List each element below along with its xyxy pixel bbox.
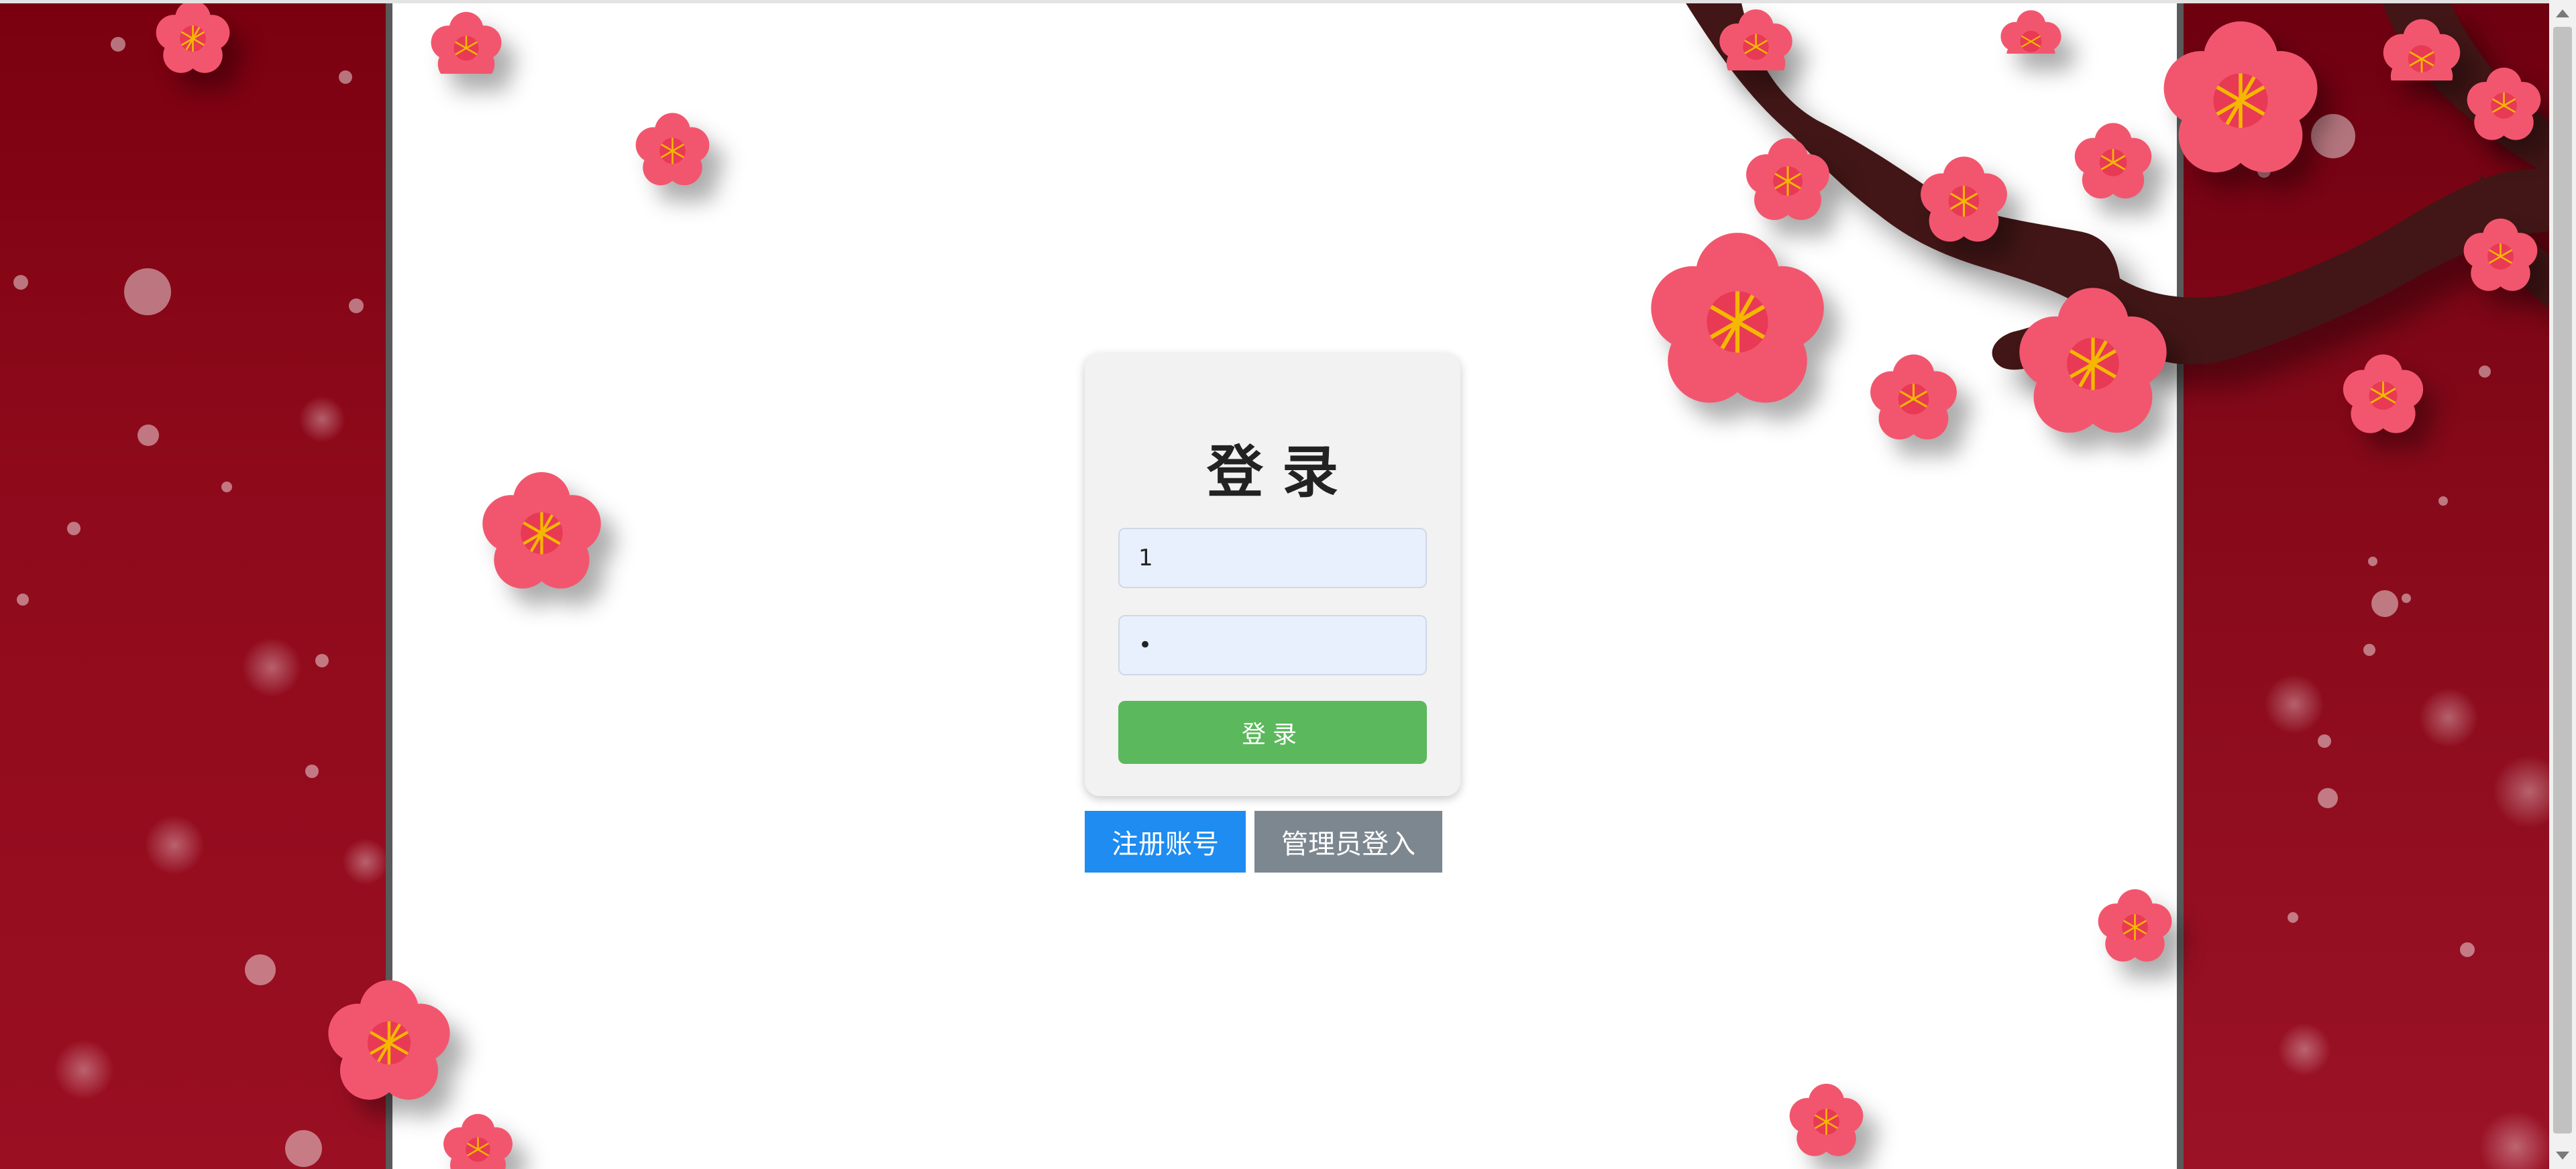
- register-account-button[interactable]: 注册账号: [1085, 811, 1246, 873]
- snowflake: [221, 482, 232, 492]
- snowflake: [2277, 1023, 2331, 1076]
- scroll-up-arrow-icon[interactable]: [2556, 9, 2569, 17]
- snowflake: [2368, 557, 2377, 566]
- snowflake: [299, 396, 345, 443]
- snowflake: [138, 425, 159, 446]
- snowflake: [241, 637, 302, 698]
- plum-blossom-icon: [2000, 10, 2061, 54]
- login-form-card: 登录 登录: [1085, 353, 1460, 796]
- snowflake: [2492, 755, 2556, 828]
- snowflake: [17, 594, 29, 606]
- username-input[interactable]: [1118, 528, 1427, 588]
- plum-blossom-icon: [2163, 21, 2318, 173]
- snowflake: [342, 838, 386, 885]
- plum-blossom-icon: [2343, 354, 2424, 433]
- snowflake: [124, 268, 171, 315]
- snowflake: [144, 815, 205, 875]
- snowflake: [285, 1130, 322, 1167]
- snowflake: [305, 765, 319, 778]
- plum-blossom-icon: [443, 1113, 513, 1169]
- snowflake: [2318, 788, 2338, 808]
- plum-blossom-icon: [1719, 9, 1792, 70]
- snowflake: [2264, 674, 2324, 734]
- plum-blossom-icon: [1870, 354, 1957, 440]
- snowflake: [2288, 912, 2298, 923]
- plum-blossom-icon: [2074, 123, 2152, 199]
- plum-blossom-icon: [1789, 1083, 1864, 1156]
- password-input[interactable]: [1118, 615, 1427, 675]
- login-page: 登录 登录 注册账号 管理员登入: [0, 0, 2576, 1169]
- snowflake: [67, 522, 80, 535]
- plum-blossom-icon: [1746, 138, 1829, 220]
- snowflake: [2479, 1110, 2553, 1169]
- snowflake: [315, 654, 329, 667]
- plum-blossom-icon: [2019, 288, 2167, 433]
- snowflake: [2318, 734, 2331, 748]
- plum-blossom-icon: [635, 113, 710, 186]
- snowflake: [245, 954, 276, 985]
- snowflake: [2460, 942, 2475, 957]
- plum-blossom-icon: [2098, 889, 2172, 962]
- plum-blossom-icon: [1921, 156, 2007, 242]
- scroll-down-arrow-icon[interactable]: [2556, 1152, 2569, 1160]
- plum-blossom-icon: [1651, 233, 1824, 403]
- plum-blossom-icon: [482, 471, 601, 589]
- snowflake: [2418, 687, 2479, 748]
- plum-blossom-icon: [156, 0, 230, 73]
- admin-login-button[interactable]: 管理员登入: [1254, 811, 1442, 873]
- snowflake: [2363, 644, 2375, 656]
- snowflake: [111, 37, 125, 52]
- login-button[interactable]: 登录: [1118, 701, 1427, 764]
- plum-blossom-icon: [328, 980, 450, 1100]
- snowflake: [13, 275, 28, 290]
- snowflake: [54, 1040, 114, 1100]
- vertical-scrollbar[interactable]: [2549, 0, 2576, 1169]
- scrollbar-thumb[interactable]: [2553, 27, 2572, 1133]
- snowflake: [349, 298, 364, 313]
- top-border: [0, 0, 2576, 3]
- snowflake: [339, 70, 352, 84]
- plum-blossom-icon: [2463, 218, 2538, 291]
- plum-blossom-icon: [2467, 67, 2541, 140]
- login-title: 登录: [1206, 439, 1357, 505]
- snowflake: [2371, 590, 2398, 617]
- snowflake: [2402, 594, 2411, 603]
- plum-blossom-icon: [431, 11, 502, 74]
